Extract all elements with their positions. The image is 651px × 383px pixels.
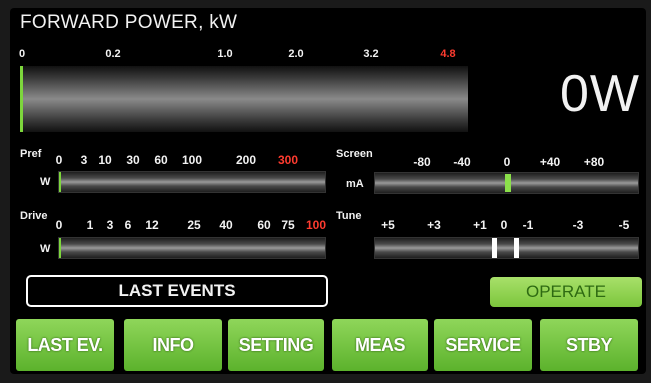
fwd-tick: 0	[18, 48, 26, 60]
tune-label: Tune	[336, 210, 362, 222]
forward-power-bar	[20, 66, 468, 132]
tune-right-marker	[514, 238, 519, 258]
screen-tick: +40	[539, 155, 561, 169]
tune-tick: -3	[572, 218, 584, 232]
drive-unit: W	[40, 243, 51, 255]
transmitter-display: FORWARD POWER, kW 0 0.2 1.0 2.0 3.2 4.8 …	[10, 8, 646, 374]
drive-tick: 60	[257, 218, 271, 232]
screen-unit: mA	[346, 178, 364, 190]
pref-tick: 60	[154, 153, 168, 167]
last-events-box[interactable]: LAST EVENTS	[26, 275, 328, 307]
forward-power-readout: 0W	[560, 65, 640, 123]
screen-tick: -80	[413, 155, 431, 169]
tune-tick: +3	[427, 218, 441, 232]
fwd-tick: 2.0	[288, 48, 304, 60]
drive-tick: 75	[281, 218, 295, 232]
pref-tick: 0	[55, 153, 63, 167]
screen-bar	[374, 172, 639, 194]
pref-unit: W	[40, 176, 51, 188]
tune-tick: -5	[618, 218, 630, 232]
stby-button[interactable]: STBY	[540, 319, 638, 371]
pref-bar	[58, 171, 326, 193]
info-button[interactable]: INFO	[124, 319, 222, 371]
setting-button[interactable]: SETTING	[228, 319, 324, 371]
last-ev-button[interactable]: LAST EV.	[16, 319, 114, 371]
pref-tick: 200	[235, 153, 257, 167]
drive-tick: 3	[106, 218, 114, 232]
pref-tick: 10	[98, 153, 112, 167]
operate-indicator[interactable]: OPERATE	[490, 277, 642, 307]
pref-label: Pref	[20, 148, 42, 160]
fwd-tick: 1.0	[217, 48, 233, 60]
fwd-tick-max: 4.8	[440, 48, 456, 60]
pref-tick-max: 300	[277, 153, 299, 167]
drive-tick: 1	[86, 218, 94, 232]
pref-tick: 100	[181, 153, 203, 167]
tune-tick: +5	[381, 218, 395, 232]
tune-bar	[374, 237, 639, 259]
screen-tick: +80	[583, 155, 605, 169]
drive-tick: 0	[55, 218, 63, 232]
meas-button[interactable]: MEAS	[332, 319, 428, 371]
forward-power-fill	[20, 66, 23, 132]
tune-left-marker	[492, 238, 497, 258]
pref-fill	[59, 172, 61, 192]
tune-tick: 0	[500, 218, 508, 232]
pref-tick: 3	[80, 153, 88, 167]
pref-tick: 30	[126, 153, 140, 167]
screen-label: Screen	[336, 148, 373, 160]
drive-fill	[59, 238, 61, 258]
screen-tick: 0	[503, 155, 511, 169]
fwd-tick: 3.2	[363, 48, 379, 60]
drive-tick-max: 100	[305, 218, 327, 232]
drive-tick: 6	[124, 218, 132, 232]
tune-tick: -1	[522, 218, 534, 232]
drive-tick: 40	[219, 218, 233, 232]
screen-needle	[505, 174, 511, 192]
drive-tick: 12	[145, 218, 159, 232]
fwd-tick: 0.2	[105, 48, 121, 60]
service-button[interactable]: SERVICE	[434, 319, 532, 371]
drive-bar	[58, 237, 326, 259]
drive-tick: 25	[187, 218, 201, 232]
screen-tick: -40	[453, 155, 471, 169]
drive-label: Drive	[20, 210, 48, 222]
tune-tick: +1	[473, 218, 487, 232]
forward-power-title: FORWARD POWER, kW	[20, 12, 238, 33]
